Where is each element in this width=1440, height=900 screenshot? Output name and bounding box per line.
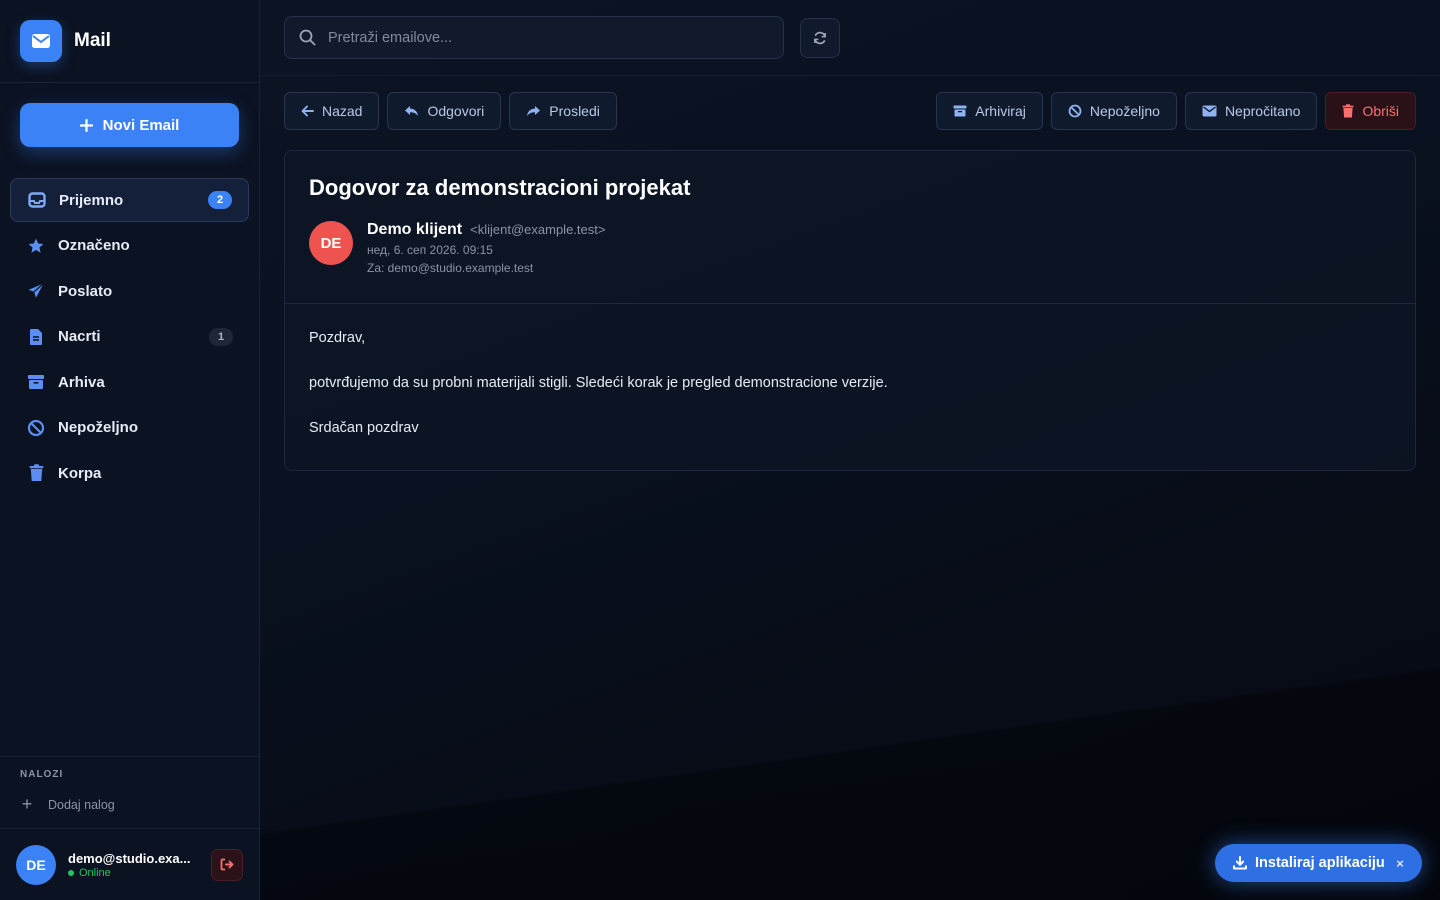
sidebar-item-spam[interactable]: Nepoželjno: [10, 406, 249, 450]
plus-icon: [79, 118, 93, 132]
close-icon[interactable]: ×: [1386, 856, 1414, 871]
sidebar-item-label: Nacrti: [58, 328, 101, 345]
sidebar-item-label: Nepoželjno: [58, 419, 139, 436]
sent-date: нед, 6. сеп 2026. 09:15: [367, 243, 493, 257]
sidebar-item-starred[interactable]: Označeno: [10, 224, 249, 268]
sender-row: DE Demo klijent <klijent@example.test> н…: [309, 221, 1391, 275]
archive-icon: [953, 105, 967, 117]
sidebar-item-trash[interactable]: Korpa: [10, 451, 249, 495]
sender-name: Demo klijent: [367, 221, 463, 238]
email-subject: Dogovor za demonstracioni projekat: [309, 175, 691, 200]
archive-icon: [26, 372, 46, 392]
back-label: Nazad: [322, 103, 363, 119]
spam-button[interactable]: Nepoželjno: [1050, 92, 1177, 130]
body-paragraph: potvrđujemo da su probni materijali stig…: [309, 375, 888, 391]
toolbar-right: Arhiviraj Nepoželjno Nepročitano Obriši: [936, 92, 1416, 130]
email-body: Pozdrav, potvrđujemo da su probni materi…: [285, 304, 1415, 436]
inbox-icon: [27, 190, 47, 210]
folder-nav: Prijemno 2 Označeno Poslato Nacrti 1 Arh…: [0, 178, 259, 497]
delete-button[interactable]: Obriši: [1325, 92, 1416, 130]
user-panel: DE demo@studio.exa... Online: [0, 828, 259, 900]
search-input[interactable]: [328, 29, 769, 46]
add-account-button[interactable]: + Dodaj nalog: [20, 794, 239, 815]
ban-icon: [26, 418, 46, 438]
add-account-label: Dodaj nalog: [48, 797, 115, 812]
new-email-label: Novi Email: [102, 116, 180, 134]
sidebar-item-label: Poslato: [58, 282, 113, 300]
refresh-button[interactable]: [800, 17, 840, 58]
avatar[interactable]: DE: [16, 844, 56, 885]
sidebar-item-label: Arhiva: [58, 373, 105, 391]
sidebar-item-sent[interactable]: Poslato: [10, 269, 249, 313]
reply-icon: [405, 106, 419, 116]
user-email: demo@studio.exa...: [68, 850, 191, 866]
toolbar-left: Nazad Odgovori Prosledi: [284, 92, 617, 130]
new-email-button[interactable]: Novi Email: [20, 103, 239, 147]
archive-button[interactable]: Arhiviraj: [936, 92, 1043, 130]
reply-button[interactable]: Odgovori: [387, 92, 502, 130]
body-paragraph: Srdačan pozdrav: [309, 420, 419, 436]
message-toolbar: Nazad Odgovori Prosledi Arhiviraj Nepože…: [260, 76, 1440, 130]
main-panel: Nazad Odgovori Prosledi Arhiviraj: [260, 0, 1440, 900]
spam-label: Nepoželjno: [1089, 103, 1160, 119]
file-icon: [26, 327, 46, 347]
plus-icon: +: [21, 794, 33, 814]
install-app-banner[interactable]: Instaliraj aplikaciju ×: [1215, 844, 1422, 882]
accounts-section: NALOZI + Dodaj nalog: [0, 756, 259, 828]
forward-icon: [527, 106, 541, 116]
envelope-icon[interactable]: [20, 20, 62, 62]
body-paragraph: Pozdrav,: [309, 330, 366, 346]
refresh-icon: [814, 31, 826, 44]
online-status: Online: [68, 867, 211, 879]
arrow-left-icon: [301, 105, 314, 117]
delete-label: Obriši: [1362, 103, 1399, 119]
top-bar: [260, 0, 1440, 76]
app-name: Mail: [74, 30, 111, 51]
sidebar: Mail Novi Email Prijemno 2 Označeno Posl…: [0, 0, 260, 900]
install-app-label: Instaliraj aplikaciju: [1255, 855, 1385, 871]
trash-icon: [1342, 104, 1354, 118]
trash-icon: [26, 463, 46, 483]
search-icon: [299, 29, 316, 46]
paper-plane-icon: [26, 281, 46, 301]
status-dot: [68, 869, 74, 876]
sender-email: <klijent@example.test>: [470, 222, 606, 237]
email-header: Dogovor za demonstracioni projekat DE De…: [285, 151, 1415, 304]
accounts-title: NALOZI: [20, 769, 64, 780]
forward-button[interactable]: Prosledi: [509, 92, 617, 130]
mark-unread-button[interactable]: Nepročitano: [1184, 92, 1318, 130]
sidebar-item-archive[interactable]: Arhiva: [10, 360, 249, 404]
sidebar-item-drafts[interactable]: Nacrti 1: [10, 315, 249, 359]
back-button[interactable]: Nazad: [284, 92, 380, 130]
ban-icon: [1068, 104, 1082, 118]
sidebar-item-label: Korpa: [58, 464, 102, 482]
status-label: Online: [79, 866, 111, 879]
archive-label: Arhiviraj: [975, 103, 1026, 119]
sidebar-item-inbox[interactable]: Prijemno 2: [10, 178, 249, 222]
recipient: Za: demo@studio.example.test: [367, 261, 534, 275]
logout-icon: [220, 858, 233, 871]
envelope-icon: [1202, 105, 1217, 117]
reply-label: Odgovori: [427, 103, 485, 119]
forward-label: Prosledi: [549, 103, 600, 119]
brand: Mail: [0, 0, 259, 83]
star-icon: [26, 236, 46, 256]
sidebar-item-label: Označeno: [58, 237, 130, 254]
mark-unread-label: Nepročitano: [1224, 103, 1301, 119]
sender-avatar: DE: [309, 221, 353, 265]
drafts-count-badge: 1: [209, 327, 233, 346]
logout-button[interactable]: [211, 848, 243, 881]
sidebar-item-label: Prijemno: [59, 191, 124, 209]
download-icon: [1233, 856, 1247, 870]
unread-count-badge: 2: [208, 191, 232, 209]
email-view: Dogovor za demonstracioni projekat DE De…: [284, 150, 1416, 471]
search-box[interactable]: [284, 16, 784, 59]
